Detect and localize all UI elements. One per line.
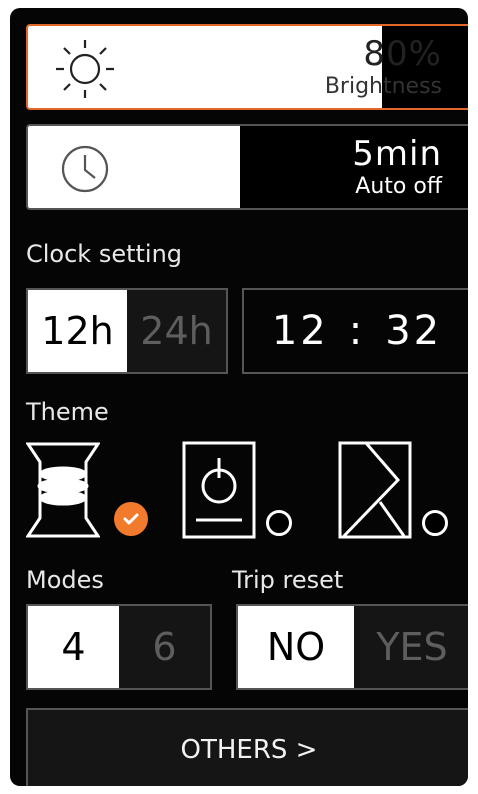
- clock-setting-label: Clock setting: [26, 240, 183, 268]
- auto-off-slider[interactable]: 5min Auto off: [26, 124, 468, 210]
- clock-12h-option[interactable]: 12h: [28, 290, 127, 372]
- theme-2-radio-icon[interactable]: [266, 510, 292, 536]
- clock-separator: :: [348, 308, 366, 354]
- trip-reset-label: Trip reset: [232, 566, 344, 594]
- trip-reset-no-option[interactable]: NO: [238, 606, 354, 688]
- brightness-slider[interactable]: 80% Brightness: [26, 24, 468, 110]
- brightness-label: Brightness: [324, 74, 442, 99]
- others-button[interactable]: OTHERS >: [26, 708, 468, 786]
- theme-3-radio-icon[interactable]: [422, 510, 448, 536]
- theme-label: Theme: [26, 398, 109, 426]
- brightness-value: 80%: [363, 34, 442, 74]
- auto-off-label: Auto off: [355, 174, 442, 199]
- clock-icon: [52, 136, 118, 206]
- clock-minutes: 32: [385, 308, 443, 354]
- modes-6-option[interactable]: 6: [119, 606, 210, 688]
- clock-hours: 12: [271, 308, 329, 354]
- modes-label: Modes: [26, 566, 104, 594]
- clock-24h-option[interactable]: 24h: [127, 290, 226, 372]
- settings-panel: 80% Brightness 5min Auto off Clock setti…: [10, 8, 468, 786]
- sun-icon: [52, 36, 118, 106]
- auto-off-value: 5min: [352, 134, 442, 174]
- theme-option-3[interactable]: [338, 440, 412, 544]
- trip-reset-yes-option[interactable]: YES: [354, 606, 468, 688]
- trip-reset-toggle[interactable]: NO YES: [236, 604, 468, 690]
- modes-4-option[interactable]: 4: [28, 606, 119, 688]
- others-label: OTHERS >: [180, 735, 318, 765]
- theme-option-2[interactable]: [182, 440, 256, 544]
- modes-toggle[interactable]: 4 6: [26, 604, 212, 690]
- theme-selected-check-icon: [114, 502, 148, 536]
- clock-format-toggle[interactable]: 12h 24h: [26, 288, 228, 374]
- clock-time-display[interactable]: 12 : 32: [242, 288, 468, 374]
- theme-option-1[interactable]: [25, 440, 101, 544]
